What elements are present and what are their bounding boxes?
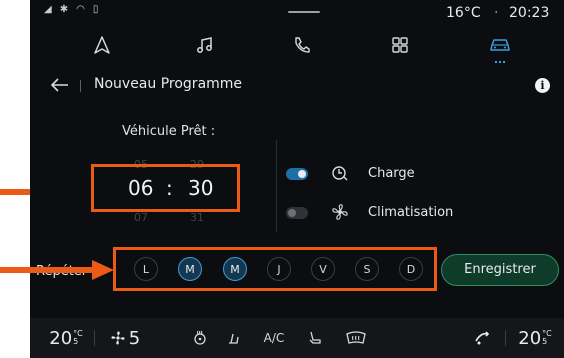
ac-button[interactable]: A/C	[256, 318, 292, 358]
climate-fan-icon	[332, 204, 348, 220]
back-arrow-icon[interactable]	[50, 76, 70, 94]
apps-grid-icon	[392, 37, 408, 53]
right-temperature[interactable]: 20 °C 5	[514, 318, 556, 358]
steering-heat-icon	[194, 330, 206, 345]
seat-icon	[309, 331, 321, 344]
right-temp-value: 20	[518, 327, 542, 349]
airflow-feet-icon	[229, 333, 239, 344]
music-note-icon	[197, 37, 212, 53]
option-climatisation: Climatisation	[286, 202, 546, 226]
bottom-divider	[505, 330, 506, 346]
vehicle-ready-label: Véhicule Prêt :	[122, 124, 216, 139]
save-button[interactable]: Enregistrer	[441, 254, 559, 286]
fan-icon	[111, 331, 125, 345]
days-highlight-box	[113, 247, 437, 291]
time-highlight-box	[91, 164, 240, 212]
toggle-knob	[288, 209, 296, 217]
annotation-arrow-days	[0, 260, 114, 280]
section-divider	[276, 140, 277, 232]
fan-speed[interactable]: 5	[100, 318, 150, 358]
nav-item-navigation[interactable]	[82, 28, 122, 62]
charge-clock-icon	[332, 166, 348, 181]
climate-bar: 20 °C 5 5 A/C 20 °C 5	[30, 318, 564, 358]
seat-heat-button[interactable]	[185, 318, 215, 358]
pull-down-handle[interactable]	[288, 11, 320, 13]
auto-fan-icon	[475, 331, 490, 345]
bluetooth-icon: ✱	[59, 4, 69, 15]
phone-status-icon: ▯	[92, 4, 99, 15]
status-bar: ◢ ✱ ◠ ▯ 16°C · 20:23	[30, 0, 564, 22]
bottom-divider	[94, 330, 95, 346]
top-navigation	[30, 22, 564, 68]
left-temp-unit-stack: °C 5	[73, 330, 83, 346]
climatisation-toggle[interactable]	[286, 207, 308, 219]
nav-item-phone[interactable]	[282, 28, 322, 62]
nav-item-music[interactable]	[185, 28, 225, 62]
right-temp-unit-stack: °C 5	[542, 330, 552, 346]
wifi-icon: ◠	[76, 4, 85, 15]
seat-button[interactable]	[300, 318, 330, 358]
header-divider	[80, 80, 81, 92]
phone-icon	[295, 37, 310, 53]
left-temperature[interactable]: 20 °C 5	[46, 318, 86, 358]
clock: 20:23	[509, 5, 550, 21]
navigation-arrow-icon	[94, 36, 110, 54]
charge-label: Charge	[368, 166, 415, 181]
status-icons: ◢ ✱ ◠ ▯	[44, 4, 98, 15]
outside-temperature: 16°C	[446, 5, 481, 21]
left-temp-fraction: 5	[73, 337, 79, 346]
option-charge: Charge	[286, 163, 546, 187]
recirculation-button[interactable]	[468, 318, 496, 358]
charge-toggle[interactable]	[286, 168, 308, 180]
info-icon[interactable]: i	[535, 78, 550, 93]
minute-next[interactable]: 31	[190, 211, 204, 224]
windshield-defrost-icon	[346, 331, 366, 344]
status-separator: ·	[494, 5, 499, 21]
right-temp-fraction: 5	[542, 337, 548, 346]
climatisation-label: Climatisation	[368, 205, 454, 220]
hour-next[interactable]: 07	[134, 211, 148, 224]
left-temp-value: 20	[49, 327, 73, 349]
page-header: Nouveau Programme i	[30, 68, 564, 102]
signal-icon: ◢	[44, 4, 52, 15]
fan-speed-value: 5	[128, 327, 141, 349]
airflow-button[interactable]	[218, 318, 248, 358]
car-icon	[490, 39, 510, 51]
page-title: Nouveau Programme	[94, 76, 243, 92]
nav-item-apps[interactable]	[380, 28, 420, 62]
defrost-button[interactable]	[338, 318, 374, 358]
nav-item-vehicle[interactable]	[480, 28, 520, 63]
toggle-knob	[298, 170, 306, 178]
infotainment-screen: ◢ ✱ ◠ ▯ 16°C · 20:23 Nouveau Programme i…	[30, 0, 564, 358]
